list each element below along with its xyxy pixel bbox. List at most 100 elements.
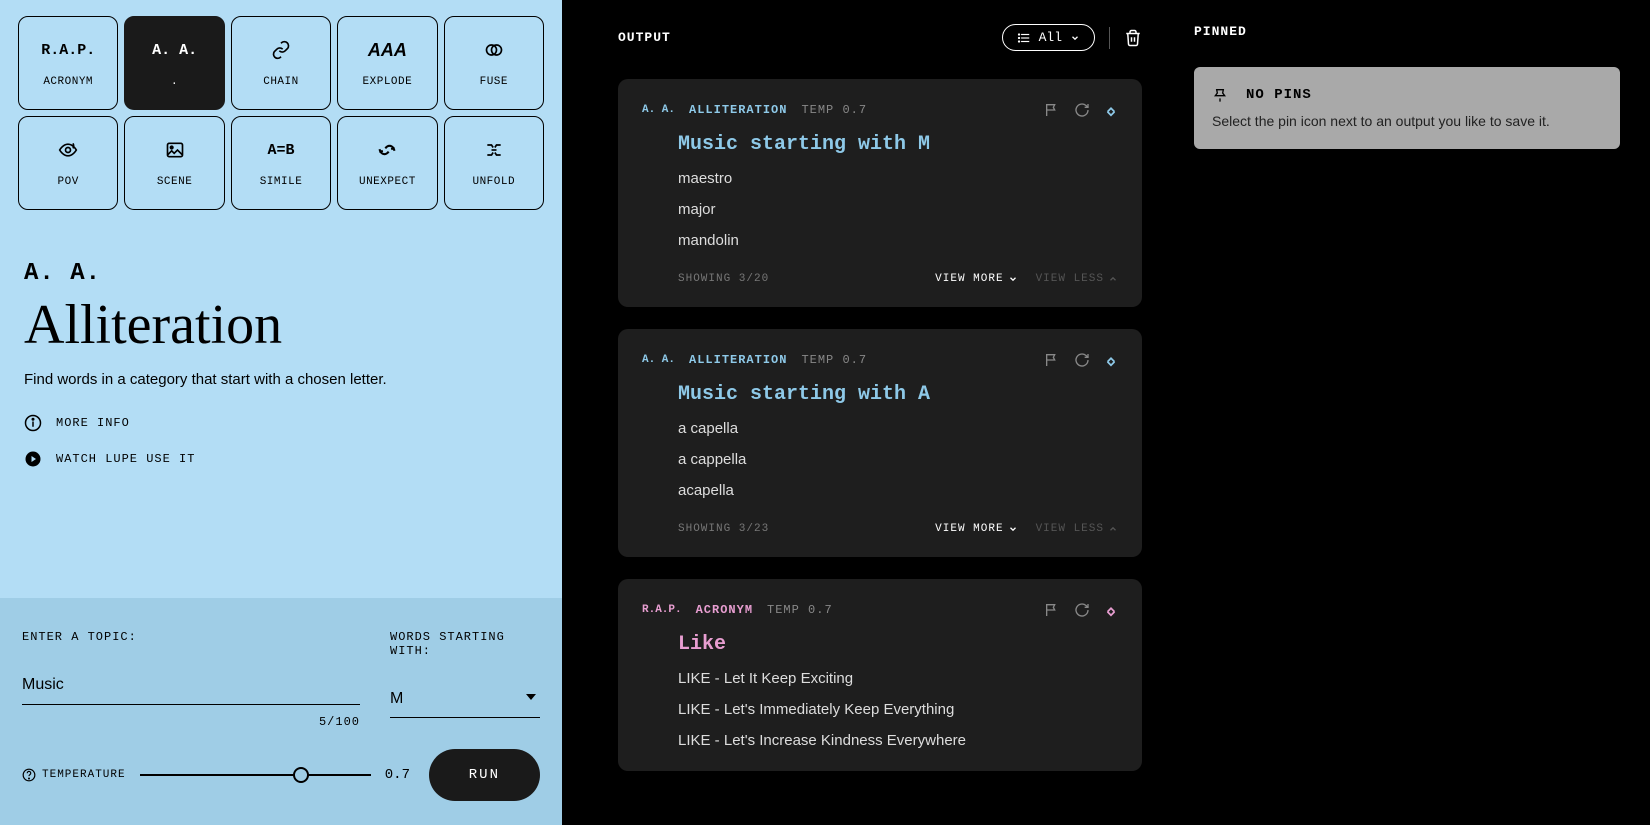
- result-item: LIKE - Let's Immediately Keep Everything: [678, 701, 1118, 718]
- view-more-button[interactable]: VIEW MORE: [935, 273, 1017, 285]
- tool-label: SIMILE: [260, 176, 303, 188]
- tool-pov[interactable]: POV: [18, 116, 118, 210]
- result-item: a capella: [678, 420, 1118, 437]
- slider-thumb[interactable]: [293, 767, 309, 783]
- result-item: a cappella: [678, 451, 1118, 468]
- card-results: a capella a cappella acapella: [678, 420, 1118, 499]
- alliteration-icon: A. A.: [152, 38, 197, 62]
- regenerate-button[interactable]: [1074, 102, 1090, 118]
- more-info-label: MORE INFO: [56, 416, 130, 430]
- result-item: major: [678, 201, 1118, 218]
- more-info-link[interactable]: MORE INFO: [24, 414, 538, 432]
- tool-alliteration[interactable]: A. A..: [124, 16, 224, 110]
- watch-video-link[interactable]: WATCH LUPE USE IT: [24, 450, 538, 468]
- card-temp: TEMP 0.7: [801, 353, 867, 367]
- chevron-down-icon: [1070, 33, 1080, 43]
- result-item: mandolin: [678, 232, 1118, 249]
- temperature-label: TEMPERATURE: [22, 768, 126, 782]
- view-less-button[interactable]: VIEW LESS: [1036, 273, 1118, 285]
- char-count: 5/100: [22, 715, 360, 729]
- filter-dropdown[interactable]: All: [1002, 24, 1095, 51]
- view-less-button[interactable]: VIEW LESS: [1036, 523, 1118, 535]
- card-tool-name: ACRONYM: [696, 603, 753, 617]
- left-panel: R.A.P. ACRONYM A. A..CHAINAAAEXPLODE FUSE PO…: [0, 0, 562, 825]
- result-item: acapella: [678, 482, 1118, 499]
- result-item: LIKE - Let It Keep Exciting: [678, 670, 1118, 687]
- card-tool-icon: A. A.: [642, 104, 675, 116]
- card-results: maestromajormandolin: [678, 170, 1118, 249]
- card-tool-icon: A. A.: [642, 354, 675, 366]
- help-icon[interactable]: [22, 768, 36, 782]
- tool-label: POV: [58, 176, 79, 188]
- output-card: A. A. ALLITERATION TEMP 0.7 Music starting …: [618, 329, 1142, 557]
- card-temp: TEMP 0.7: [767, 603, 833, 617]
- pin-button[interactable]: [1104, 101, 1118, 119]
- delete-all-button[interactable]: [1124, 29, 1142, 47]
- regenerate-button[interactable]: [1074, 352, 1090, 368]
- tool-chain[interactable]: CHAIN: [231, 16, 331, 110]
- unexpect-icon: [374, 138, 400, 162]
- no-pins-card: NO PINS Select the pin icon next to an o…: [1194, 67, 1620, 149]
- output-card: R.A.P. ACRONYM TEMP 0.7 Like LIKE - Let It K…: [618, 579, 1142, 771]
- pin-icon: [1212, 87, 1228, 103]
- tool-fuse[interactable]: FUSE: [444, 16, 544, 110]
- pin-button[interactable]: [1104, 601, 1118, 619]
- letter-select[interactable]: M: [390, 684, 540, 718]
- view-more-button[interactable]: VIEW MORE: [935, 523, 1017, 535]
- no-pins-description: Select the pin icon next to an output yo…: [1212, 113, 1602, 129]
- tool-unexpect[interactable]: UNEXPECT: [337, 116, 437, 210]
- regenerate-button[interactable]: [1074, 602, 1090, 618]
- simile-icon: A=B: [267, 138, 294, 162]
- list-icon: [1017, 31, 1031, 45]
- tool-label: ACRONYM: [43, 76, 93, 88]
- tool-simile[interactable]: A=B SIMILE: [231, 116, 331, 210]
- filter-label: All: [1039, 30, 1062, 45]
- card-tool-name: ALLITERATION: [689, 353, 787, 367]
- card-title: Like: [678, 633, 1118, 656]
- result-item: LIKE - Let's Increase Kindness Everywher…: [678, 732, 1118, 749]
- chain-icon: [268, 38, 294, 62]
- card-results: LIKE - Let It Keep Exciting LIKE - Let's …: [678, 670, 1118, 749]
- pinned-panel: PINNED NO PINS Select the pin icon next …: [1170, 0, 1650, 825]
- tool-scene[interactable]: SCENE: [124, 116, 224, 210]
- card-tool-name: ALLITERATION: [689, 103, 787, 117]
- run-button[interactable]: RUN: [429, 749, 540, 801]
- hero-description: Find words in a category that start with…: [24, 371, 538, 388]
- acronym-icon: R.A.P.: [41, 38, 95, 62]
- pin-button[interactable]: [1104, 351, 1118, 369]
- output-cards-list: A. A. ALLITERATION TEMP 0.7 Music starting …: [618, 79, 1142, 771]
- output-panel: OUTPUT All A. A. ALLITERATION TEMP 0.7 Musi…: [562, 0, 1170, 825]
- controls-section: ENTER A TOPIC: 5/100 WORDS STARTING WITH…: [0, 598, 562, 825]
- tool-label: UNFOLD: [472, 176, 515, 188]
- unfold-icon: [481, 138, 507, 162]
- hero-section: A. A. Alliteration Find words in a categ…: [0, 210, 562, 598]
- tool-grid: R.A.P. ACRONYM A. A..CHAINAAAEXPLODE FUSE PO…: [0, 0, 562, 210]
- hero-title: Alliteration: [24, 293, 538, 357]
- scene-icon: [164, 138, 186, 162]
- tool-unfold[interactable]: UNFOLD: [444, 116, 544, 210]
- card-title: Music starting with M: [678, 133, 1118, 156]
- card-tool-icon: R.A.P.: [642, 604, 682, 616]
- play-icon: [24, 450, 42, 468]
- tool-label: UNEXPECT: [359, 176, 416, 188]
- temperature-value: 0.7: [385, 767, 415, 783]
- flag-button[interactable]: [1044, 102, 1060, 118]
- tool-label: EXPLODE: [363, 76, 413, 88]
- tool-label: FUSE: [480, 76, 508, 88]
- flag-button[interactable]: [1044, 602, 1060, 618]
- pov-icon: [55, 138, 81, 162]
- hero-icon: A. A.: [24, 260, 538, 287]
- topic-input[interactable]: [22, 670, 360, 705]
- tool-explode[interactable]: AAAEXPLODE: [337, 16, 437, 110]
- output-card: A. A.ALLITERATIONTEMP 0.7Music starting …: [618, 79, 1142, 307]
- flag-button[interactable]: [1044, 352, 1060, 368]
- no-pins-title: NO PINS: [1246, 87, 1312, 103]
- tool-acronym[interactable]: R.A.P. ACRONYM: [18, 16, 118, 110]
- card-title: Music starting with A: [678, 383, 1118, 406]
- showing-count: SHOWING 3/23: [678, 523, 769, 535]
- fuse-icon: [481, 38, 507, 62]
- output-title: OUTPUT: [618, 30, 671, 45]
- pinned-title: PINNED: [1194, 24, 1620, 39]
- temperature-slider[interactable]: [140, 765, 371, 785]
- showing-count: SHOWING 3/20: [678, 273, 769, 285]
